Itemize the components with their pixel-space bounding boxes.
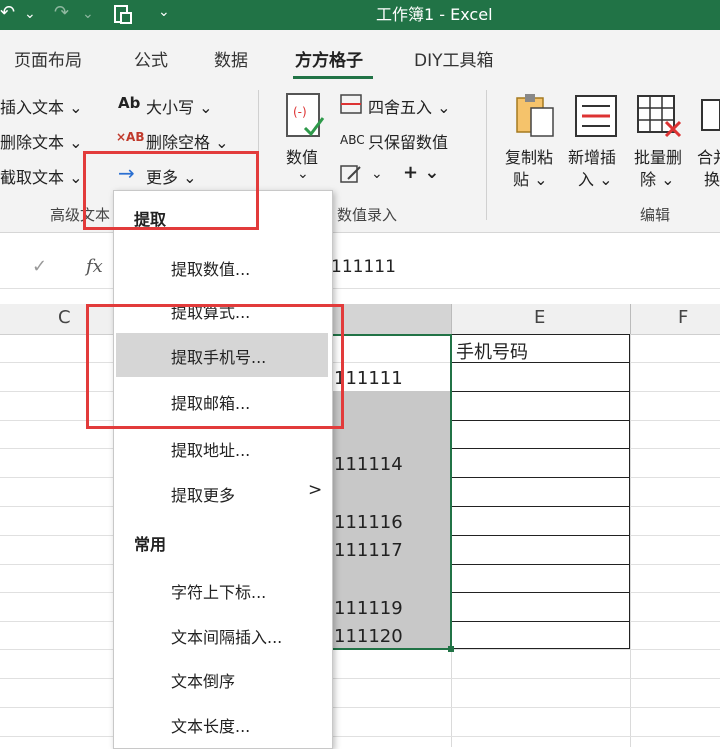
cell-d8[interactable]: 111117 [334,540,403,561]
edit-dropdown-icon[interactable]: ⌄ [371,166,383,182]
column-header-f[interactable]: F [678,307,688,328]
undo-dropdown-icon[interactable]: ⌄ [24,6,36,22]
keep-value-icon: ABC [340,133,365,147]
cell-d5[interactable]: 111114 [334,454,403,475]
column-header-c[interactable]: C [58,307,71,328]
menu-item-interval-insert[interactable]: 文本间隔插入... [171,624,282,648]
cell-d7[interactable]: 111116 [334,512,403,533]
merge-button-line2[interactable]: 换 [704,166,720,190]
delete-space-button[interactable]: 删除空格 ⌄ [146,129,229,153]
more-dropdown-menu: 提取 提取数值... 提取算式... 提取手机号... 提取邮箱... 提取地址… [113,190,333,749]
cell-d11[interactable]: 111120 [334,626,403,647]
merge-icon [701,99,720,131]
value-dropdown-icon[interactable]: ⌄ [297,166,309,182]
column-header-e[interactable]: E [534,307,545,328]
cell-d10[interactable]: 111119 [334,598,403,619]
round-button[interactable]: 四舍五入 ⌄ [368,94,451,118]
group-label-edit: 编辑 [640,206,671,224]
case-button[interactable]: 大小写 ⌄ [146,94,213,118]
delete-space-icon: ×AB [116,130,145,144]
highlight-box-more [83,151,259,230]
menu-section-common: 常用 [134,535,167,554]
formula-input[interactable]: 111111 [331,257,396,277]
copy-paste-button[interactable]: 复制粘 [505,144,553,168]
cell-d2[interactable]: 111111 [334,368,403,389]
submenu-arrow-icon: > [308,480,323,500]
phone-table-border [451,334,630,649]
tab-data[interactable]: 数据 [214,46,248,71]
tab-fangfang[interactable]: 方方格子 [295,46,363,71]
tab-page-layout[interactable]: 页面布局 [14,46,82,71]
batch-delete-button-line2[interactable]: 除 ⌄ [640,166,675,190]
edit-icon[interactable] [340,163,364,185]
cell-e1[interactable]: 手机号码 [456,338,528,364]
menu-item-text-length[interactable]: 文本长度... [171,713,250,737]
customize-qat-icon[interactable]: ⌄ [158,4,170,20]
tab-formulas[interactable]: 公式 [134,46,168,71]
value-button[interactable]: 数值 [286,144,318,168]
copy-paste-button-line2[interactable]: 贴 ⌄ [513,166,548,190]
batch-delete-icon [637,95,682,138]
redo-icon[interactable]: ↷ [54,2,69,23]
redo-dropdown-icon[interactable]: ⌄ [82,6,94,22]
insert-new-icon [575,95,617,137]
insert-function-icon[interactable]: fx [86,256,103,277]
batch-delete-button[interactable]: 批量删 [634,144,682,168]
round-icon [340,94,362,114]
title-bar: ↶ ⌄ ↷ ⌄ ⌄ 工作簿1 - Excel [0,0,720,30]
insert-text-button[interactable]: 插入文本 ⌄ [0,94,83,118]
insert-new-button[interactable]: 新增插 [568,144,616,168]
copy-paste-icon [516,94,554,137]
value-icon: (-) [286,93,325,137]
highlight-box-phone-email [86,304,344,429]
column-header-d-selected[interactable] [330,304,451,334]
active-tab-indicator [293,76,373,79]
ribbon-separator [486,90,487,220]
format-painter-icon[interactable] [112,4,134,26]
case-icon: Ab [118,94,141,112]
extract-text-button[interactable]: 截取文本 ⌄ [0,164,83,188]
formula-bar: ✓ fx 111111 [0,248,720,289]
menu-item-extract-number[interactable]: 提取数值... [171,256,250,280]
svg-text:(-): (-) [293,105,307,119]
fill-handle[interactable] [448,646,454,652]
tab-diy-toolbox[interactable]: DIY工具箱 [414,46,494,71]
window-title: 工作簿1 - Excel [376,5,493,24]
menu-item-extract-more[interactable]: 提取更多 [171,482,235,506]
merge-button[interactable]: 合并 [697,144,720,168]
ribbon-tabs: 页面布局 公式 数据 方方格子 DIY工具箱 [0,30,720,82]
insert-new-button-line2[interactable]: 入 ⌄ [578,166,613,190]
plus-button[interactable]: + ⌄ [403,162,439,183]
keep-value-button[interactable]: 只保留数值 [368,129,448,153]
group-label-value-entry: 数值录入 [337,206,398,224]
menu-item-extract-address[interactable]: 提取地址... [171,437,250,461]
menu-item-superscript[interactable]: 字符上下标... [171,579,266,603]
undo-icon[interactable]: ↶ [0,2,15,23]
enter-icon[interactable]: ✓ [32,256,47,277]
delete-text-button[interactable]: 删除文本 ⌄ [0,129,83,153]
menu-item-reverse-text[interactable]: 文本倒序 [171,668,235,692]
